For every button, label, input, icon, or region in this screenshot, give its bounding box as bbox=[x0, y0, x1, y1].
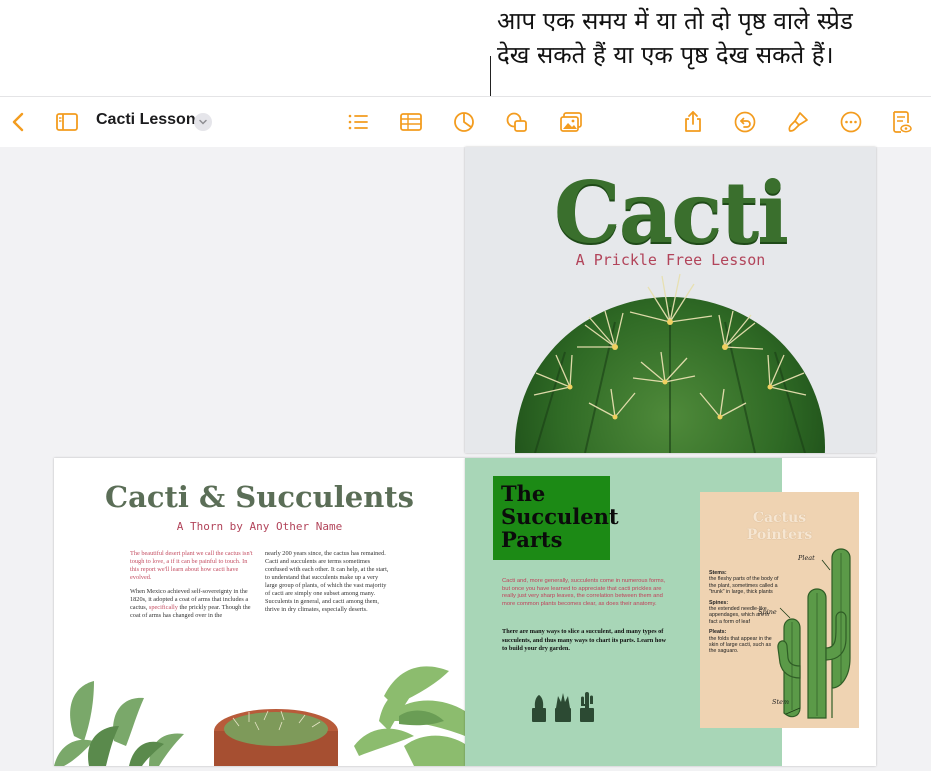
share-button[interactable] bbox=[680, 109, 706, 135]
back-chevron-icon bbox=[12, 112, 24, 132]
paintbrush-icon bbox=[788, 112, 808, 132]
right-page-body[interactable]: There are many ways to slice a succulent… bbox=[502, 628, 667, 654]
media-button[interactable] bbox=[558, 109, 584, 135]
chevron-down-icon bbox=[199, 119, 207, 125]
toolbar: Cacti Lesson bbox=[0, 96, 931, 148]
shapes-button[interactable] bbox=[504, 109, 530, 135]
left-page-title[interactable]: Cacti & Succulents bbox=[54, 480, 465, 514]
cover-page[interactable]: Cacti A Prickle Free Lesson bbox=[465, 147, 876, 453]
callout-line-1: आप एक समय में या तो दो पृष्ठ वाले स्प्रे… bbox=[497, 7, 853, 35]
callout-line-2: देख सकते हैं या एक पृष्ठ देख सकते हैं। bbox=[497, 41, 834, 69]
reading-view-icon bbox=[893, 111, 912, 133]
cover-title[interactable]: Cacti bbox=[465, 163, 876, 262]
body-paragraph-2: nearly 200 years since, the cactus has r… bbox=[265, 550, 389, 613]
list-icon bbox=[348, 114, 368, 130]
cactus-pointers-card[interactable]: Cactus Pointers Stems: the fleshy parts o… bbox=[700, 492, 859, 728]
chart-button[interactable] bbox=[451, 109, 477, 135]
list-button[interactable] bbox=[345, 109, 371, 135]
cover-subtitle[interactable]: A Prickle Free Lesson bbox=[465, 251, 876, 269]
right-page-intro[interactable]: Cacti and, more generally, succulents co… bbox=[502, 578, 667, 608]
succulent-photo bbox=[54, 666, 465, 766]
table-icon bbox=[400, 113, 422, 131]
right-page-title[interactable]: The Succulent Parts bbox=[501, 482, 619, 551]
media-icon bbox=[560, 112, 582, 132]
left-page-column-2[interactable]: nearly 200 years since, the cactus has r… bbox=[265, 550, 389, 620]
undo-button[interactable] bbox=[732, 109, 758, 135]
document-title[interactable]: Cacti Lesson bbox=[96, 111, 196, 129]
cactus-pots-icon bbox=[532, 692, 594, 722]
table-button[interactable] bbox=[398, 109, 424, 135]
sidebar-icon bbox=[56, 113, 78, 131]
left-spread-page[interactable]: Cacti & Succulents A Thorn by Any Other … bbox=[54, 458, 465, 766]
shapes-icon bbox=[506, 112, 527, 132]
title-options-button[interactable] bbox=[194, 113, 212, 131]
format-button[interactable] bbox=[785, 109, 811, 135]
more-icon bbox=[840, 111, 862, 133]
more-button[interactable] bbox=[838, 109, 864, 135]
reading-view-button[interactable] bbox=[888, 109, 914, 135]
share-icon bbox=[685, 111, 701, 132]
left-page-subtitle[interactable]: A Thorn by Any Other Name bbox=[54, 520, 465, 533]
intro-paragraph: The beautiful desert plant we call the c… bbox=[130, 550, 253, 581]
document-canvas[interactable]: Cacti A Prickle Free Lesson Cacti & Succ… bbox=[0, 147, 931, 771]
back-button[interactable] bbox=[6, 109, 32, 135]
sidebar-toggle-button[interactable] bbox=[54, 109, 80, 135]
annotation-callout: आप एक समय में या तो दो पृष्ठ वाले स्प्रे… bbox=[497, 4, 917, 72]
stem-label: Stem bbox=[772, 698, 790, 706]
undo-icon bbox=[734, 111, 756, 133]
spine-label: Spine bbox=[758, 608, 777, 616]
pleat-label: Pleat bbox=[798, 554, 815, 562]
chart-icon bbox=[454, 112, 474, 132]
right-spread-page[interactable]: The Succulent Parts Cacti and, more gene… bbox=[465, 458, 876, 766]
left-page-column-1[interactable]: The beautiful desert plant we call the c… bbox=[130, 550, 254, 626]
link-text[interactable]: specifically bbox=[149, 604, 178, 611]
body-paragraph: When Mexico achieved self-sovereignty in… bbox=[130, 588, 251, 619]
